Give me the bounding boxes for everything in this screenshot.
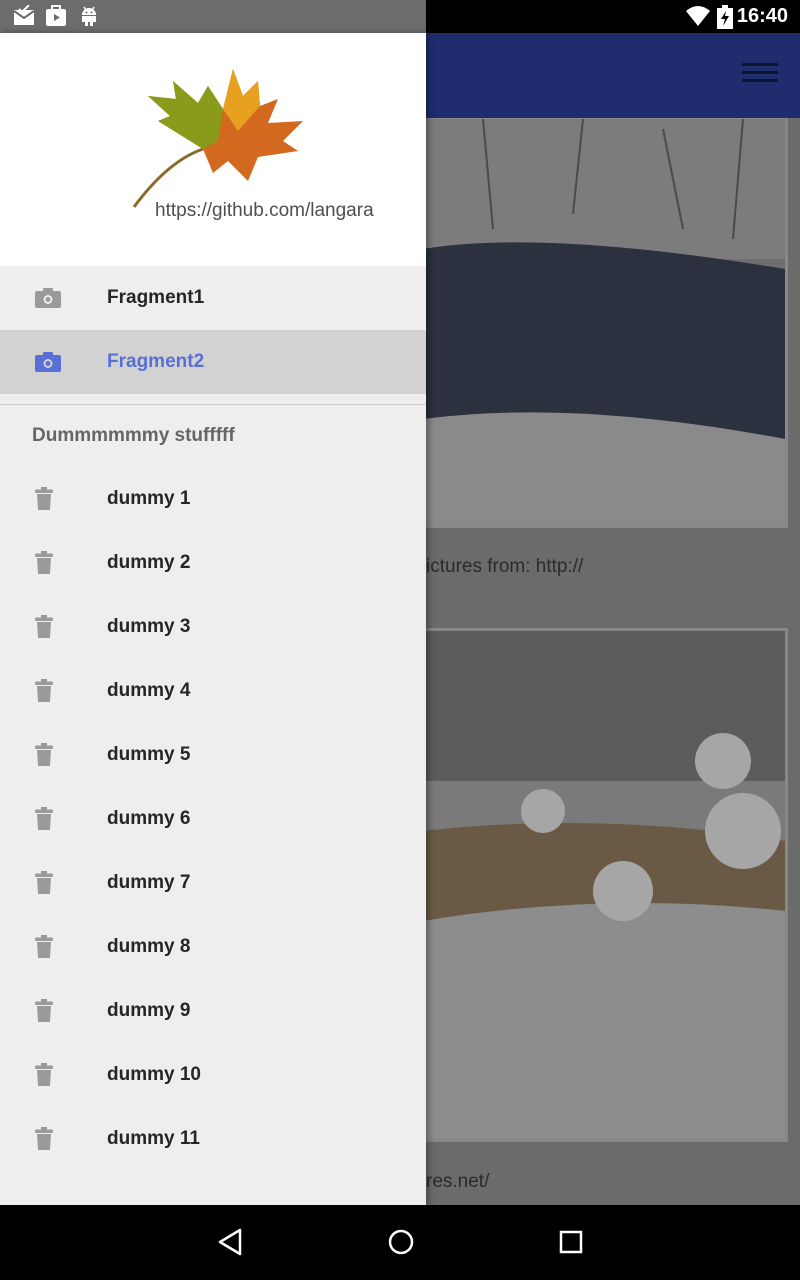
nav-item-dummy-10[interactable]: dummy 10 [0, 1043, 426, 1107]
frosty-forest-image [423, 631, 785, 1139]
trash-icon [34, 659, 54, 723]
nav-item-dummy-8[interactable]: dummy 8 [0, 915, 426, 979]
nav-item-label: dummy 6 [107, 808, 191, 829]
play-store-icon [46, 5, 66, 26]
nav-item-dummy-1[interactable]: dummy 1 [0, 467, 426, 531]
nav-item-fragment2[interactable]: Fragment2 [0, 330, 426, 394]
clock: 16:40 [736, 5, 788, 27]
nav-item-dummy-2[interactable]: dummy 2 [0, 531, 426, 595]
drawer-header: https://github.com/langara [0, 33, 426, 266]
nav-item-label: dummy 3 [107, 616, 191, 637]
trash-icon [34, 787, 54, 851]
trash-icon [34, 851, 54, 915]
trash-icon [34, 979, 54, 1043]
winter-river-photo [420, 118, 788, 528]
nav-item-dummy-7[interactable]: dummy 7 [0, 851, 426, 915]
recents-icon[interactable] [556, 1227, 586, 1257]
nav-item-label: dummy 11 [107, 1128, 200, 1149]
trash-icon [34, 723, 54, 787]
maple-leaf-logo [132, 69, 303, 208]
nav-item-label: dummy 8 [107, 936, 191, 957]
menu-icon[interactable] [742, 63, 778, 89]
camera-icon [34, 266, 62, 330]
nav-item-label: Fragment1 [107, 287, 205, 308]
battery-charging-icon [717, 5, 733, 29]
nav-item-dummy-3[interactable]: dummy 3 [0, 595, 426, 659]
trash-icon [34, 531, 54, 595]
nav-item-dummy-11[interactable]: dummy 11 [0, 1107, 426, 1171]
back-icon[interactable] [216, 1227, 246, 1257]
section-title: Dummmmmmy stufffff [32, 425, 235, 446]
nav-item-label: dummy 7 [107, 872, 191, 893]
nav-item-dummy-9[interactable]: dummy 9 [0, 979, 426, 1043]
nav-item-dummy-5[interactable]: dummy 5 [0, 723, 426, 787]
system-nav-bar [0, 1205, 800, 1280]
trash-icon [34, 915, 54, 979]
trash-icon [34, 467, 54, 531]
wifi-icon [686, 6, 710, 26]
trash-icon [34, 595, 54, 659]
nav-item-label: dummy 10 [107, 1064, 201, 1085]
nav-item-dummy-4[interactable]: dummy 4 [0, 659, 426, 723]
frosty-forest-photo [420, 628, 788, 1142]
nav-item-label: Fragment2 [107, 351, 205, 372]
nav-item-label: dummy 9 [107, 1000, 191, 1021]
nav-item-label: dummy 1 [107, 488, 191, 509]
github-link[interactable]: https://github.com/langara [155, 200, 374, 222]
credit-text-1: ictures from: http:// [426, 556, 584, 577]
trash-icon [34, 1043, 54, 1107]
navigation-drawer: https://github.com/langara Fragment1 Fra… [0, 33, 426, 1205]
nav-item-fragment1[interactable]: Fragment1 [0, 266, 426, 330]
credit-text-2: res.net/ [426, 1171, 490, 1192]
mail-icon [13, 5, 35, 25]
nav-item-dummy-6[interactable]: dummy 6 [0, 787, 426, 851]
android-icon [82, 6, 96, 26]
winter-river-image [423, 118, 785, 525]
nav-item-label: dummy 4 [107, 680, 191, 701]
status-bar: 16:40 [0, 0, 800, 33]
camera-icon [34, 330, 62, 394]
dummy-list: dummy 1 dummy 2 dummy 3 dummy 4 dummy 5 dummy… [0, 467, 426, 1171]
trash-icon [34, 1107, 54, 1171]
nav-item-label: dummy 2 [107, 552, 191, 573]
home-icon[interactable] [386, 1227, 416, 1257]
nav-item-label: dummy 5 [107, 744, 191, 765]
